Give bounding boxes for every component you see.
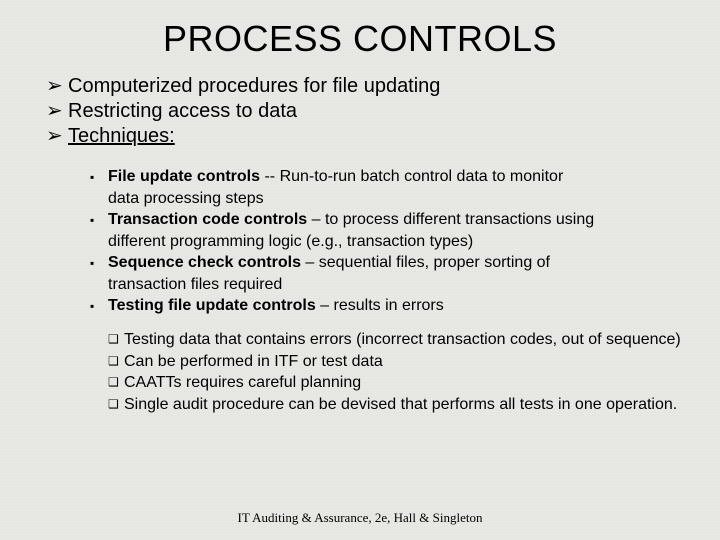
list-item: ▪ File update controls -- Run-to-run bat… <box>90 167 682 187</box>
square-outline-icon: ❑ <box>108 352 124 372</box>
list-item-text: Single audit procedure can be devised th… <box>124 395 677 415</box>
list-item: ❑ Can be performed in ITF or test data <box>108 352 682 372</box>
list-item-text: Can be performed in ITF or test data <box>124 352 383 372</box>
square-outline-icon: ❑ <box>108 330 124 350</box>
list-item-text: Computerized procedures for file updatin… <box>68 74 440 99</box>
list-item-text: Testing file update controls – results i… <box>108 296 444 316</box>
list-item-continuation: data processing steps <box>90 189 682 209</box>
slide-footer: IT Auditing & Assurance, 2e, Hall & Sing… <box>0 510 720 526</box>
list-item-text: CAATTs requires careful planning <box>124 373 361 393</box>
bullet-list-level1: ➢ Computerized procedures for file updat… <box>46 74 682 149</box>
square-filled-icon: ▪ <box>90 167 108 187</box>
slide-title: PROCESS CONTROLS <box>38 18 682 60</box>
list-item: ▪ Transaction code controls – to process… <box>90 210 682 230</box>
slide: PROCESS CONTROLS ➢ Computerized procedur… <box>0 0 720 540</box>
list-item-continuation: different programming logic (e.g., trans… <box>90 232 682 252</box>
list-item: ❑ Single audit procedure can be devised … <box>108 395 682 415</box>
list-item: ➢ Restricting access to data <box>46 99 682 124</box>
list-item-text: File update controls -- Run-to-run batch… <box>108 167 563 187</box>
arrow-icon: ➢ <box>46 74 68 99</box>
list-item-text: Transaction code controls – to process d… <box>108 210 594 230</box>
list-item: ❑ CAATTs requires careful planning <box>108 373 682 393</box>
square-outline-icon: ❑ <box>108 373 124 393</box>
square-filled-icon: ▪ <box>90 253 108 273</box>
list-item-text: Sequence check controls – sequential fil… <box>108 253 550 273</box>
list-item-text: Testing data that contains errors (incor… <box>124 330 681 350</box>
square-filled-icon: ▪ <box>90 210 108 230</box>
arrow-icon: ➢ <box>46 124 68 149</box>
arrow-icon: ➢ <box>46 99 68 124</box>
list-item: ➢ Techniques: <box>46 124 682 149</box>
list-item: ➢ Computerized procedures for file updat… <box>46 74 682 99</box>
square-filled-icon: ▪ <box>90 296 108 316</box>
list-item: ❑ Testing data that contains errors (inc… <box>108 330 682 350</box>
list-item-text: Restricting access to data <box>68 99 297 124</box>
list-item: ▪ Testing file update controls – results… <box>90 296 682 316</box>
list-item: ▪ Sequence check controls – sequential f… <box>90 253 682 273</box>
list-item-text: Techniques: <box>68 124 175 149</box>
square-outline-icon: ❑ <box>108 395 124 415</box>
bullet-list-level2: ▪ File update controls -- Run-to-run bat… <box>90 167 682 316</box>
list-item-continuation: transaction files required <box>90 275 682 295</box>
bullet-list-level3: ❑ Testing data that contains errors (inc… <box>108 330 682 415</box>
